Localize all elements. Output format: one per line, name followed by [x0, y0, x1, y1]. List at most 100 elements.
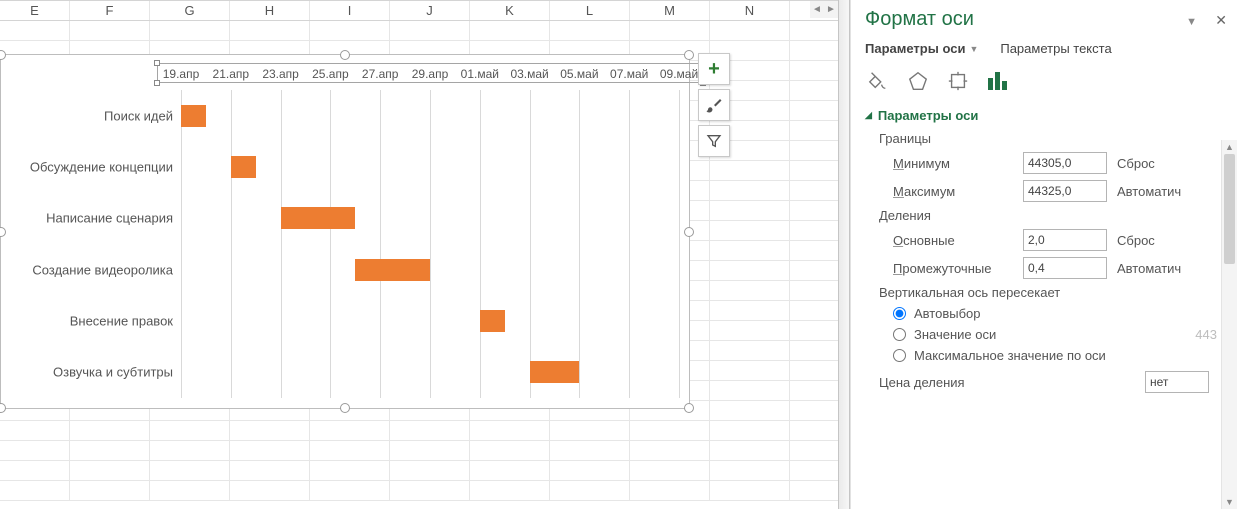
- resize-handle[interactable]: [0, 50, 6, 60]
- y-axis-label: Создание видеоролика: [1, 262, 173, 277]
- max-input[interactable]: [1023, 180, 1107, 202]
- x-tick: 23.апр: [262, 65, 299, 83]
- col-header[interactable]: M: [630, 1, 710, 20]
- radio-max-value[interactable]: [893, 349, 906, 362]
- resize-handle[interactable]: [684, 403, 694, 413]
- x-tick: 29.апр: [412, 65, 449, 83]
- gantt-bar[interactable]: [281, 207, 356, 229]
- y-axis-label: Озвучка и субтитры: [1, 365, 173, 380]
- min-label: Минимум: [893, 156, 1013, 171]
- resize-handle[interactable]: [340, 403, 350, 413]
- format-axis-pane: Формат оси ▼ ✕ Параметры оси ▼ Параметры…: [850, 0, 1237, 509]
- gridline: [629, 90, 630, 398]
- gridline: [679, 90, 680, 398]
- column-headers: E F G H I J K L M N: [0, 1, 838, 21]
- major-input[interactable]: [1023, 229, 1107, 251]
- col-header[interactable]: J: [390, 1, 470, 20]
- gridline: [430, 90, 431, 398]
- horizontal-scroll-buttons: ◄►: [810, 1, 838, 18]
- x-tick: 05.май: [560, 65, 598, 83]
- axis-options-icon[interactable]: [985, 68, 1011, 94]
- plot-area[interactable]: 19.апр21.апр23.апр25.апр27.апр29.апр01.м…: [181, 65, 679, 398]
- x-tick: 09.май: [660, 65, 698, 83]
- unit-price-input[interactable]: [1145, 371, 1209, 393]
- resize-handle[interactable]: [340, 50, 350, 60]
- scroll-left-icon[interactable]: ◄: [810, 2, 824, 18]
- col-header[interactable]: K: [470, 1, 550, 20]
- units-label: Деления: [879, 208, 1229, 223]
- gridline: [530, 90, 531, 398]
- plot[interactable]: [181, 90, 679, 398]
- pane-tabs: Параметры оси ▼ Параметры текста: [865, 41, 1229, 56]
- x-axis[interactable]: 19.апр21.апр23.апр25.апр27.апр29.апр01.м…: [181, 65, 679, 83]
- gantt-bar[interactable]: [355, 259, 430, 281]
- pane-scrollbar[interactable]: ▲ ▼: [1221, 140, 1237, 509]
- fill-line-icon[interactable]: [865, 68, 891, 94]
- chevron-down-icon: ▼: [969, 44, 978, 54]
- x-tick: 21.апр: [213, 65, 250, 83]
- effects-icon[interactable]: [905, 68, 931, 94]
- brush-icon: [705, 96, 723, 114]
- spreadsheet-area: E F G H I J K L M N ◄►: [0, 0, 838, 509]
- bounds-label: Границы: [879, 131, 1229, 146]
- gridline: [579, 90, 580, 398]
- size-properties-icon[interactable]: [945, 68, 971, 94]
- min-input[interactable]: [1023, 152, 1107, 174]
- close-icon[interactable]: ✕: [1215, 12, 1227, 29]
- resize-handle[interactable]: [684, 50, 694, 60]
- radio-auto[interactable]: [893, 307, 906, 320]
- max-auto-button[interactable]: Автоматич: [1117, 184, 1181, 199]
- x-tick: 07.май: [610, 65, 648, 83]
- x-tick: 27.апр: [362, 65, 399, 83]
- col-header[interactable]: L: [550, 1, 630, 20]
- col-header[interactable]: I: [310, 1, 390, 20]
- tab-text-options[interactable]: Параметры текста: [1000, 41, 1111, 56]
- minor-input[interactable]: [1023, 257, 1107, 279]
- format-category-icons: [865, 68, 1229, 94]
- minor-label: Промежуточные: [893, 261, 1013, 276]
- unit-price-label: Цена деления: [879, 375, 965, 390]
- col-header[interactable]: N: [710, 1, 790, 20]
- resize-handle[interactable]: [684, 227, 694, 237]
- minor-auto-button[interactable]: Автоматич: [1117, 261, 1181, 276]
- gridline: [480, 90, 481, 398]
- plus-icon: +: [708, 58, 720, 81]
- max-label: Максимум: [893, 184, 1013, 199]
- gantt-bar[interactable]: [231, 156, 256, 178]
- gridline: [281, 90, 282, 398]
- chart-elements-button[interactable]: +: [698, 53, 730, 85]
- gantt-bar[interactable]: [181, 105, 206, 127]
- col-header[interactable]: E: [0, 1, 70, 20]
- col-header[interactable]: F: [70, 1, 150, 20]
- scroll-up-icon[interactable]: ▲: [1222, 140, 1237, 154]
- gantt-bar[interactable]: [530, 361, 580, 383]
- chart-filters-button[interactable]: [698, 125, 730, 157]
- scroll-thumb[interactable]: [1224, 154, 1235, 264]
- chart-styles-button[interactable]: [698, 89, 730, 121]
- radio-auto-label: Автовыбор: [914, 306, 981, 321]
- scroll-down-icon[interactable]: ▼: [1222, 495, 1237, 509]
- tab-label: Параметры оси: [865, 41, 965, 56]
- gridline: [380, 90, 381, 398]
- scroll-right-icon[interactable]: ►: [824, 2, 838, 18]
- gridline: [231, 90, 232, 398]
- radio-value-hint: 443: [1195, 327, 1217, 342]
- y-axis-label: Поиск идей: [1, 108, 173, 123]
- col-header[interactable]: H: [230, 1, 310, 20]
- y-axis-labels[interactable]: Поиск идейОбсуждение концепцииНаписание …: [1, 90, 179, 398]
- x-tick: 25.апр: [312, 65, 349, 83]
- tab-axis-options[interactable]: Параметры оси ▼: [865, 41, 978, 56]
- expand-icon: ◢: [865, 110, 872, 121]
- pane-options-dropdown-icon[interactable]: ▼: [1186, 16, 1197, 28]
- pane-title: Формат оси: [865, 8, 1229, 31]
- gantt-bar[interactable]: [480, 310, 505, 332]
- pane-divider[interactable]: [838, 0, 850, 509]
- major-reset-button[interactable]: Сброс: [1117, 233, 1155, 248]
- section-axis-parameters[interactable]: ◢ Параметры оси: [865, 108, 1229, 123]
- col-header[interactable]: G: [150, 1, 230, 20]
- x-tick: 19.апр: [163, 65, 200, 83]
- min-reset-button[interactable]: Сброс: [1117, 156, 1155, 171]
- radio-value-label: Значение оси: [914, 327, 996, 342]
- radio-axis-value[interactable]: [893, 328, 906, 341]
- gantt-chart[interactable]: Поиск идейОбсуждение концепцииНаписание …: [0, 54, 690, 409]
